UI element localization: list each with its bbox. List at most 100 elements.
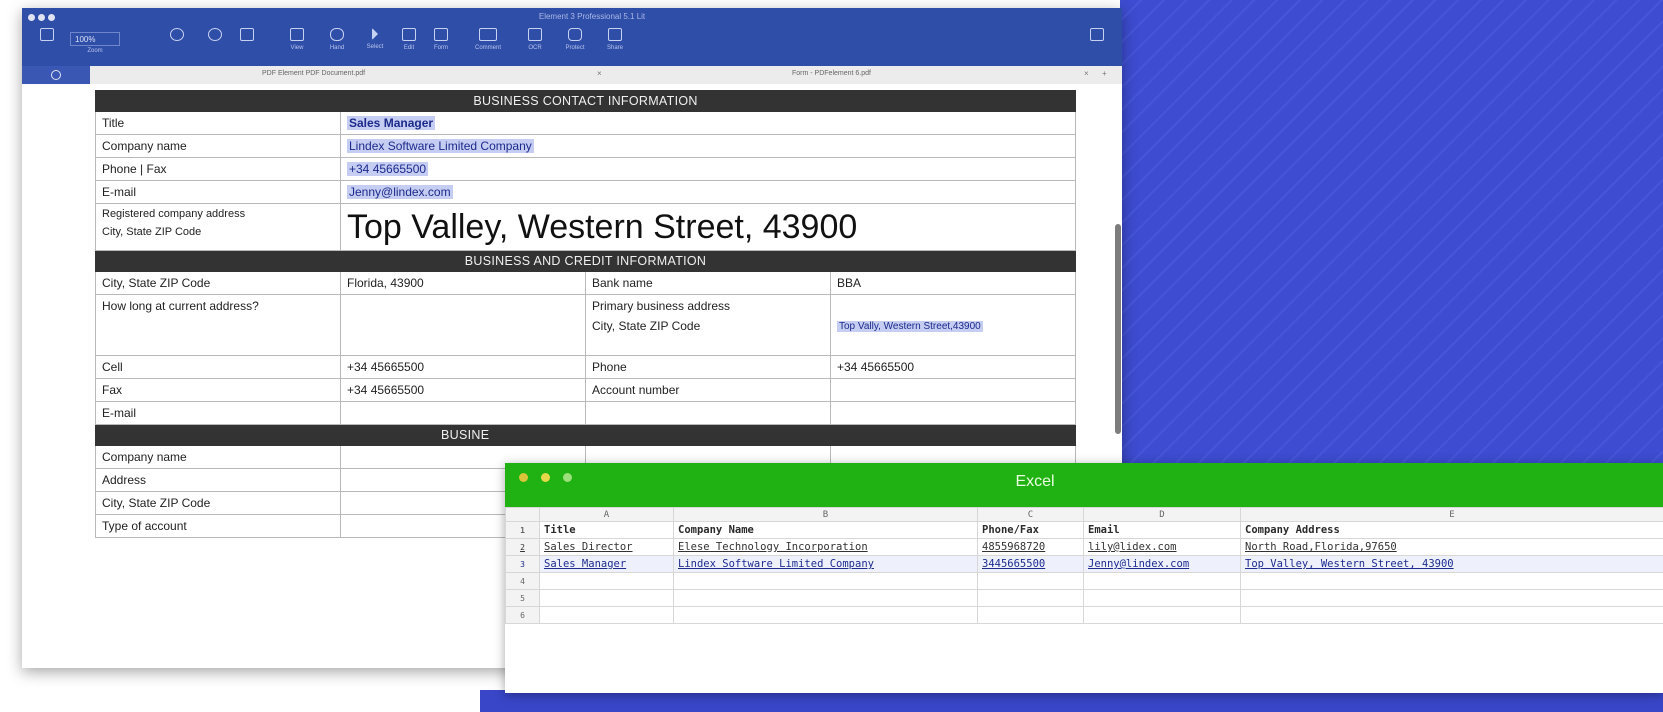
row-header[interactable]: 3 [505, 555, 540, 573]
cell[interactable]: Company Name [673, 521, 978, 539]
cell-field[interactable]: +34 45665500 [340, 355, 586, 379]
book-icon [290, 28, 304, 41]
toolbar-view-button[interactable]: View [282, 28, 312, 62]
toolbar-share-button[interactable]: Share [600, 28, 630, 62]
cell[interactable] [1083, 589, 1241, 607]
column-header[interactable]: A [539, 507, 674, 522]
email-field[interactable]: Jenny@lindex.com [339, 180, 1077, 204]
cell[interactable]: 4855968720 [977, 538, 1084, 556]
minimize-window-button[interactable] [541, 473, 550, 482]
toolbar-ocr-button[interactable]: OCR [520, 28, 550, 62]
cell[interactable] [539, 606, 674, 624]
close-tab-icon[interactable]: × [597, 69, 602, 78]
row-header[interactable]: 1 [505, 521, 540, 539]
cell[interactable]: Phone/Fax [977, 521, 1084, 539]
cell[interactable]: lily@lidex.com [1083, 538, 1241, 556]
page-button[interactable] [232, 28, 262, 62]
cell[interactable]: Company Address [1240, 521, 1663, 539]
rotate-left-icon [170, 28, 184, 41]
toolbar-hand-button[interactable]: Hand [322, 28, 352, 62]
home-button[interactable] [22, 66, 90, 84]
bank-name-field[interactable]: BBA [829, 271, 1077, 295]
rotate-left-button[interactable] [162, 28, 192, 62]
field-label: Type of account [95, 514, 341, 538]
field-label: How long at current address? [95, 294, 341, 356]
primary-address-field[interactable]: Top Vally, Western Street,43900 [829, 294, 1077, 356]
title-field[interactable]: Sales Manager [339, 111, 1077, 135]
cell[interactable] [977, 572, 1084, 590]
column-header[interactable]: E [1240, 507, 1663, 522]
email-field-2[interactable] [340, 401, 586, 425]
row-header[interactable]: 4 [505, 572, 540, 590]
cell[interactable] [1240, 572, 1663, 590]
excel-window: Excel A B C D E 1 Title Company Name Pho… [505, 463, 1663, 693]
minimize-window-button[interactable] [38, 14, 45, 21]
account-number-field[interactable] [829, 378, 1077, 402]
toolbar-protect-button[interactable]: Protect [560, 28, 590, 62]
cell[interactable] [1240, 606, 1663, 624]
cell[interactable]: Sales Director [539, 538, 674, 556]
cell[interactable] [1083, 572, 1241, 590]
cell[interactable]: Sales Manager [539, 555, 674, 573]
cell[interactable]: Top Valley, Western Street, 43900 [1240, 555, 1663, 573]
cell[interactable] [977, 606, 1084, 624]
fax-field[interactable]: +34 45665500 [340, 378, 586, 402]
field-label: Phone | Fax [95, 157, 341, 181]
tab-right-file[interactable]: Form - PDFelement 6.pdf [792, 70, 871, 77]
close-window-button[interactable] [28, 14, 35, 21]
toolbar-edit-button[interactable]: Edit [394, 28, 424, 62]
cell[interactable]: Elese Technology Incorporation [673, 538, 978, 556]
close-tab-icon[interactable]: × [1084, 69, 1089, 78]
cell[interactable] [1083, 606, 1241, 624]
column-header[interactable]: D [1083, 507, 1241, 522]
table-row: 6 [505, 606, 1663, 624]
cell[interactable] [539, 589, 674, 607]
cell[interactable] [673, 572, 978, 590]
zoom-window-button[interactable] [563, 473, 572, 482]
how-long-field[interactable] [340, 294, 586, 356]
cell[interactable]: Lindex Software Limited Company [673, 555, 978, 573]
row-header[interactable]: 5 [505, 589, 540, 607]
toolbar-comment-button[interactable]: Comment [468, 28, 508, 62]
cell[interactable]: Email [1083, 521, 1241, 539]
toolbar-form-button[interactable]: Form [426, 28, 456, 62]
vertical-scrollbar[interactable] [1115, 224, 1121, 434]
cell[interactable]: Title [539, 521, 674, 539]
cell[interactable] [977, 589, 1084, 607]
zoom-select[interactable]: 100% [70, 32, 120, 46]
cell[interactable]: 3445665500 [977, 555, 1084, 573]
rotate-right-button[interactable] [200, 28, 230, 62]
row-header[interactable]: 2 [505, 538, 540, 556]
table-row: 2 Sales Director Elese Technology Incorp… [505, 538, 1663, 556]
cell[interactable] [673, 606, 978, 624]
edit-icon [402, 28, 416, 41]
field-label: Address [95, 468, 341, 492]
zoom-window-button[interactable] [48, 14, 55, 21]
table-row: 5 [505, 589, 1663, 607]
row-header[interactable]: 6 [505, 606, 540, 624]
cell[interactable] [1240, 589, 1663, 607]
cell[interactable] [673, 589, 978, 607]
close-window-button[interactable] [519, 473, 528, 482]
toolbar-select-button[interactable]: Select [360, 28, 390, 62]
cell[interactable]: North Road,Florida,97650 [1240, 538, 1663, 556]
company-address-field[interactable]: Top Valley, Western Street, 43900 [339, 203, 1077, 251]
company-name-field[interactable]: Lindex Software Limited Company [339, 134, 1077, 158]
field-label: City, State ZIP Code [95, 491, 341, 515]
select-all-corner[interactable] [505, 507, 540, 522]
phone-fax-field[interactable]: +34 45665500 [339, 157, 1077, 181]
phone-field[interactable]: +34 45665500 [829, 355, 1077, 379]
section-heading: BUSINESS AND CREDIT INFORMATION [94, 250, 1077, 272]
cell[interactable] [539, 572, 674, 590]
tab-bar: PDF Element PDF Document.pdf × Form - PD… [22, 66, 1122, 85]
column-header[interactable]: C [977, 507, 1084, 522]
right-panel-button[interactable] [1082, 28, 1112, 62]
tab-left-file[interactable]: PDF Element PDF Document.pdf [262, 70, 365, 77]
column-header[interactable]: B [673, 507, 978, 522]
city-state-zip-field[interactable]: Florida, 43900 [340, 271, 586, 295]
cell[interactable]: Jenny@lindex.com [1083, 555, 1241, 573]
field-label: Primary business address City, State ZIP… [585, 294, 831, 356]
cursor-icon [372, 28, 378, 40]
new-tab-icon[interactable]: + [1102, 69, 1107, 78]
sidebar-toggle-button[interactable] [32, 28, 62, 62]
